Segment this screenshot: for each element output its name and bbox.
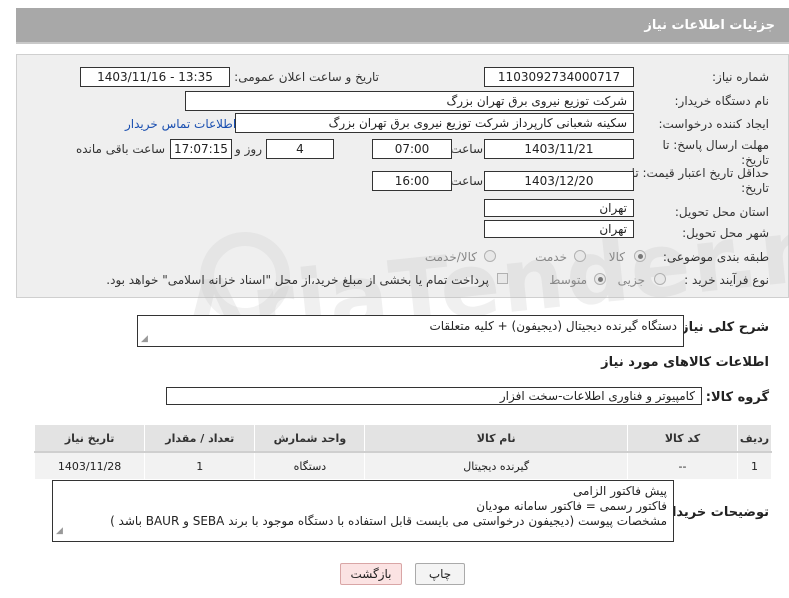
category-radio-service[interactable] — [574, 250, 586, 262]
cell-unit: دستگاه — [254, 451, 366, 480]
reply-date-field: 1403/11/21 — [484, 139, 634, 159]
reply-deadline-label: مهلت ارسال پاسخ: تا تاریخ: — [662, 138, 769, 167]
category-option-both: کالا/خدمت — [424, 250, 477, 264]
page-title: جزئیات اطلاعات نیاز — [644, 17, 775, 33]
province-field: تهران — [484, 199, 634, 217]
col-item-code: کد کالا — [626, 424, 739, 453]
remaining-days-field: 4 — [266, 139, 334, 159]
buyer-contact-link[interactable]: اطلاعات تماس خریدار — [125, 117, 236, 131]
province-label: استان محل تحویل: — [674, 205, 769, 219]
city-field: تهران — [484, 220, 634, 238]
buyer-notes-line-3: مشخصات پیوست (دیجیفون درخواستی می بایست … — [110, 514, 667, 528]
announce-datetime-label: تاریخ و ساعت اعلان عمومی: — [234, 70, 379, 84]
price-validity-label: حداقل تاریخ اعتبار قیمت: تا تاریخ: — [631, 166, 769, 195]
description-label: شرح کلی نیاز: — [675, 320, 769, 335]
treasury-checkbox[interactable] — [497, 273, 508, 284]
days-label: روز و — [235, 142, 262, 156]
price-validity-date-field: 1403/12/20 — [484, 171, 634, 191]
description-textarea[interactable]: دستگاه گیرنده دیجیتال (دیجیفون) + کلیه م… — [137, 315, 684, 347]
cell-item-name: گیرنده دیجیتال — [364, 451, 628, 480]
purchase-option-minor: جزیی — [617, 273, 645, 287]
resize-handle-icon[interactable]: ◢ — [141, 334, 148, 344]
reply-time-label: ساعت — [450, 142, 483, 156]
resize-handle-icon[interactable]: ◢ — [56, 524, 63, 539]
back-button[interactable]: بازگشت — [340, 563, 402, 585]
table-header-row: ردیف کد کالا نام کالا واحد شمارش تعداد /… — [33, 424, 772, 453]
goods-group-field: کامپیوتر و فناوری اطلاعات-سخت افزار — [166, 387, 702, 405]
category-option-service: خدمت — [535, 250, 567, 264]
cell-quantity: 1 — [144, 451, 256, 480]
price-validity-time-field: 16:00 — [372, 171, 452, 191]
city-label: شهر محل تحویل: — [682, 226, 769, 240]
col-quantity: تعداد / مقدار — [144, 424, 256, 453]
goods-group-label: گروه کالا: — [705, 390, 769, 405]
price-validity-time-label: ساعت — [450, 174, 483, 188]
buyer-notes-label: توضیحات خریدار: — [659, 505, 769, 520]
remaining-label: ساعت باقی مانده — [75, 142, 165, 156]
category-radio-both[interactable] — [484, 250, 496, 262]
reply-time-field: 07:00 — [372, 139, 452, 159]
purchase-type-label: نوع فرآیند خرید : — [684, 273, 769, 287]
requester-field: سکینه شعبانی کارپرداز شرکت توزیع نیروی ب… — [235, 113, 634, 133]
buyer-org-field: شرکت توزیع نیروی برق تهران بزرگ — [185, 91, 634, 111]
col-row-number: ردیف — [737, 424, 772, 453]
print-button[interactable]: چاپ — [415, 563, 465, 585]
need-number-label: شماره نیاز: — [712, 70, 769, 84]
cell-row-number: 1 — [737, 451, 772, 480]
buyer-org-label: نام دستگاه خریدار: — [674, 94, 770, 108]
category-radio-goods[interactable] — [634, 250, 646, 262]
items-table: ردیف کد کالا نام کالا واحد شمارش تعداد /… — [33, 424, 772, 480]
purchase-radio-medium[interactable] — [594, 273, 606, 285]
requester-label: ایجاد کننده درخواست: — [658, 117, 769, 131]
category-option-goods: کالا — [608, 250, 625, 264]
buyer-notes-line-2: فاکتور رسمی = فاکتور سامانه مودیان — [476, 499, 667, 513]
col-item-name: نام کالا — [364, 424, 628, 453]
remaining-time-field: 17:07:15 — [170, 139, 232, 159]
page-header: جزئیات اطلاعات نیاز — [16, 8, 789, 44]
purchase-option-medium: متوسط — [549, 273, 587, 287]
cell-item-code: -- — [626, 451, 739, 480]
goods-section-title: اطلاعات کالاهای مورد نیاز — [601, 355, 769, 370]
purchase-radio-minor[interactable] — [654, 273, 666, 285]
cell-need-date: 1403/11/28 — [33, 451, 146, 480]
buyer-notes-line-1: پیش فاکتور الزامی — [573, 484, 667, 498]
description-text: دستگاه گیرنده دیجیتال (دیجیفون) + کلیه م… — [429, 319, 677, 333]
announce-datetime-field: 1403/11/16 - 13:35 — [80, 67, 230, 87]
col-need-date: تاریخ نیاز — [33, 424, 146, 453]
buyer-notes-textarea[interactable]: پیش فاکتور الزامی فاکتور رسمی = فاکتور س… — [52, 480, 674, 542]
need-number-field: 1103092734000717 — [484, 67, 634, 87]
col-unit: واحد شمارش — [254, 424, 366, 453]
table-row[interactable]: 1 -- گیرنده دیجیتال دستگاه 1 1403/11/28 — [33, 451, 772, 480]
category-label: طبقه بندی موضوعی: — [662, 250, 769, 264]
treasury-payment-note: پرداخت تمام یا بخشی از مبلغ خرید،از محل … — [106, 273, 489, 287]
